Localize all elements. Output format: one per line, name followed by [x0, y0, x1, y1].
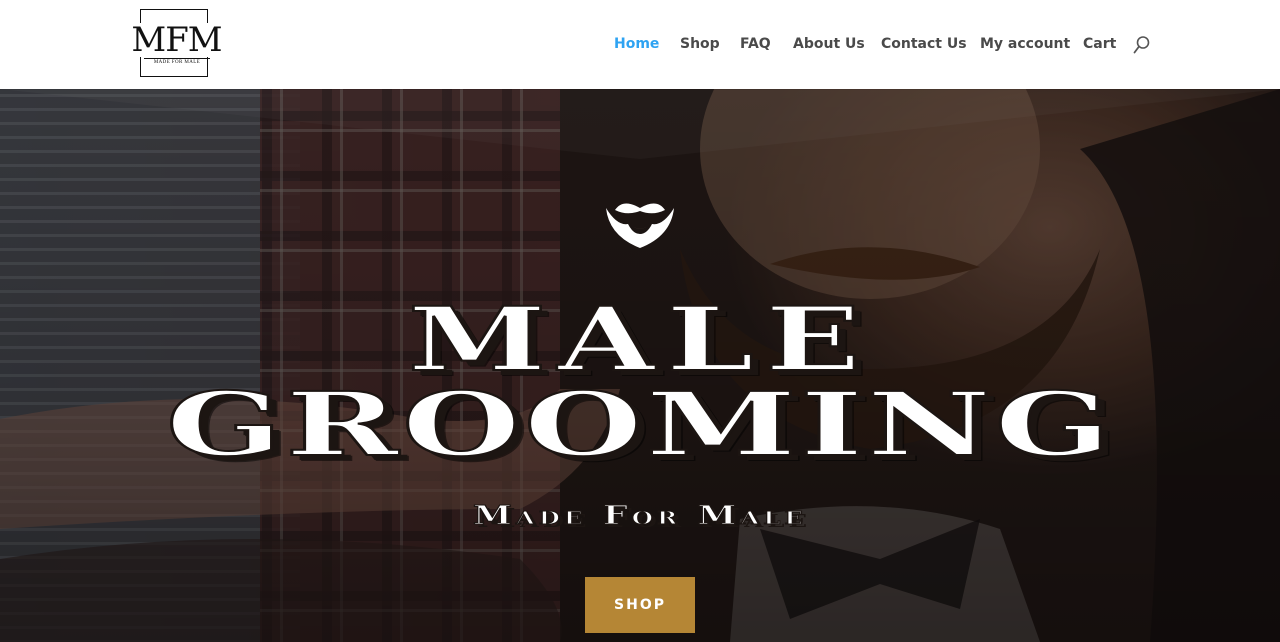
- site-logo[interactable]: MFM MADE FOR MALE: [130, 9, 223, 79]
- hero-banner: Male Grooming Made For Male SHOP: [0, 89, 1280, 642]
- nav-item-cart[interactable]: Cart: [1083, 34, 1116, 54]
- nav-item-shop[interactable]: Shop: [680, 34, 720, 54]
- logo-subtext: MADE FOR MALE: [144, 58, 210, 66]
- shop-button[interactable]: SHOP: [585, 577, 695, 633]
- search-icon[interactable]: [1133, 35, 1151, 55]
- nav-item-faq[interactable]: FAQ: [740, 34, 771, 54]
- nav-item-contact-us[interactable]: Contact Us: [881, 34, 967, 54]
- hero-content: Male Grooming Made For Male SHOP: [0, 89, 1280, 642]
- nav-item-about-us[interactable]: About Us: [793, 34, 865, 54]
- site-header: MFM MADE FOR MALE Home Shop FAQ About Us…: [0, 0, 1280, 89]
- nav-item-home[interactable]: Home: [614, 34, 659, 54]
- nav-item-my-account[interactable]: My account: [980, 34, 1070, 54]
- hero-subtitle: Made For Male: [472, 501, 807, 532]
- logo-text: MFM: [130, 20, 223, 60]
- hero-title-line-2: Grooming: [164, 372, 1115, 476]
- beard-mustache-icon: [606, 203, 674, 248]
